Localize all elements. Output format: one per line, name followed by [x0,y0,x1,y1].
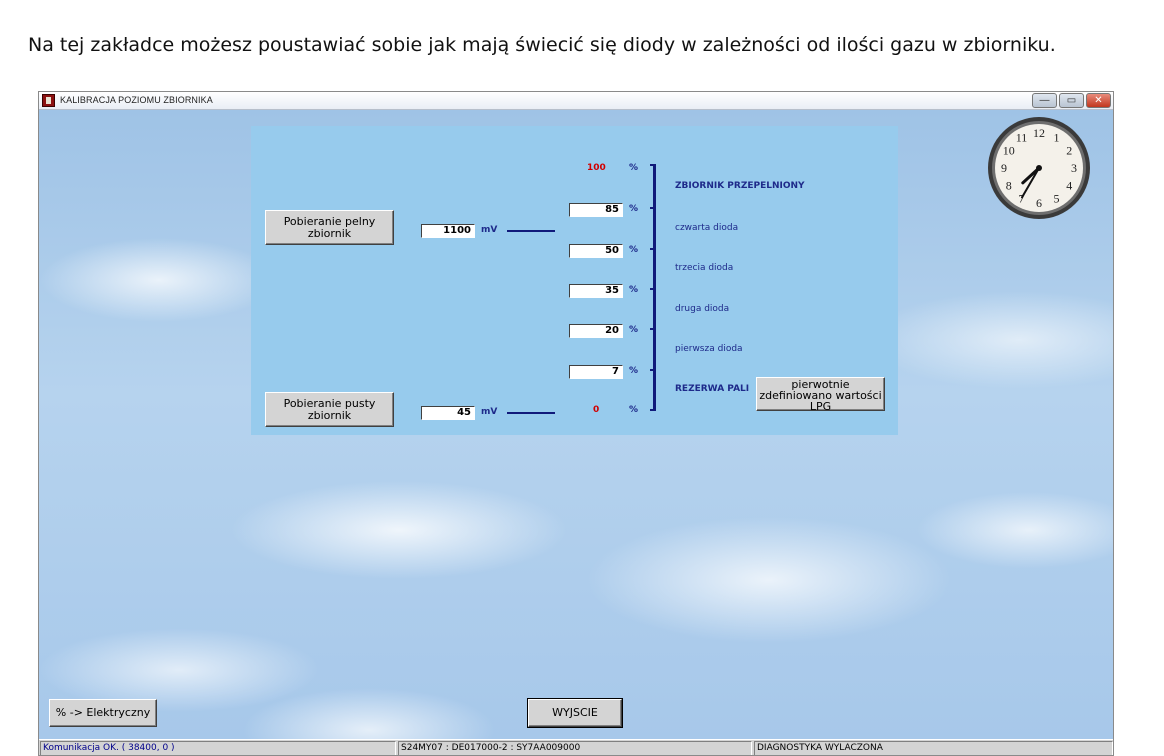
status-device: S24MY07 : DE017000-2 : SY7AA009000 [398,741,752,755]
threshold-field-2[interactable]: 35 [569,284,623,298]
threshold-percent-3: % [629,245,639,255]
status-bar: Komunikacja OK. ( 38400, 0 ) S24MY07 : D… [39,739,1113,755]
clock-numeral: 10 [1003,144,1015,158]
clock-icon: 12 1234567891011 [988,117,1090,219]
clock-numeral: 4 [1066,179,1072,193]
zone-label-3: trzecia dioda [675,263,734,273]
threshold-percent-2: % [629,285,639,295]
restore-defaults-button[interactable]: pierwotnie zdefiniowano wartości LPG [756,377,885,411]
calibration-panel: Pobieranie pelny zbiornik 1100 mV Pobier… [251,126,898,435]
zone-bracket-4 [650,207,656,250]
clock-numeral: 2 [1066,144,1072,158]
exit-button[interactable]: WYJSCIE [527,698,623,728]
zone-bracket-overfill [650,164,656,209]
sample-full-tank-button[interactable]: Pobieranie pelny zbiornik [265,210,394,245]
zone-bracket-reserve [650,369,656,411]
empty-mv-unit: mV [481,407,498,417]
empty-connector-line [507,412,555,414]
bottom-percent-symbol: % [629,405,639,415]
threshold-field-3[interactable]: 50 [569,244,623,258]
status-connection: Komunikacja OK. ( 38400, 0 ) [40,741,396,755]
page-caption: Na tej zakładce możesz poustawiać sobie … [28,34,1056,56]
window-titlebar[interactable]: KALIBRACJA POZIOMU ZBIORNIKA — ▭ ✕ [39,92,1113,110]
zone-label-2: druga dioda [675,304,730,314]
status-diagnostics: DIAGNOSTYKA WYLACZONA [754,741,1113,755]
minimize-button[interactable]: — [1032,93,1057,108]
clock-numeral: 9 [1001,161,1007,175]
threshold-percent-4: % [629,204,639,214]
sample-empty-tank-button[interactable]: Pobieranie pusty zbiornik [265,392,394,427]
zone-label-4: czwarta dioda [675,223,739,233]
full-mv-field[interactable]: 1100 [421,224,475,238]
full-connector-line [507,230,555,232]
clock-numeral: 11 [1016,131,1028,145]
zone-bracket-2 [650,288,656,330]
clock-numeral: 8 [1006,179,1012,193]
threshold-percent-0: % [629,366,639,376]
calibration-window: KALIBRACJA POZIOMU ZBIORNIKA — ▭ ✕ Pobie… [38,91,1114,756]
zone-label-reserve: REZERWA PALI [675,384,750,394]
sky-background: Pobieranie pelny zbiornik 1100 mV Pobier… [39,110,1113,739]
zone-bracket-1 [650,328,656,371]
zone-bracket-3 [650,248,656,290]
top-percent-symbol: % [629,163,639,173]
full-mv-unit: mV [481,225,498,235]
zone-label-overfill: ZBIORNIK PRZEPELNIONY [675,181,805,191]
clock-numeral: 6 [1036,196,1042,210]
threshold-percent-1: % [629,325,639,335]
window-title: KALIBRACJA POZIOMU ZBIORNIKA [60,95,213,105]
maximize-button[interactable]: ▭ [1059,93,1084,108]
percent-to-electric-button[interactable]: % -> Elektryczny [49,699,157,727]
threshold-field-0[interactable]: 7 [569,365,623,379]
clock-numeral: 1 [1054,131,1060,145]
top-percent-value: 100 [587,163,606,173]
clock-numeral: 12 [1033,126,1045,140]
bottom-percent-value: 0 [593,405,600,415]
close-button[interactable]: ✕ [1086,93,1111,108]
zone-label-1: pierwsza dioda [675,344,743,354]
threshold-field-4[interactable]: 85 [569,203,623,217]
clock-numeral: 3 [1071,161,1077,175]
clock-numeral: 5 [1054,191,1060,205]
app-icon [42,94,55,107]
empty-mv-field[interactable]: 45 [421,406,475,420]
threshold-field-1[interactable]: 20 [569,324,623,338]
